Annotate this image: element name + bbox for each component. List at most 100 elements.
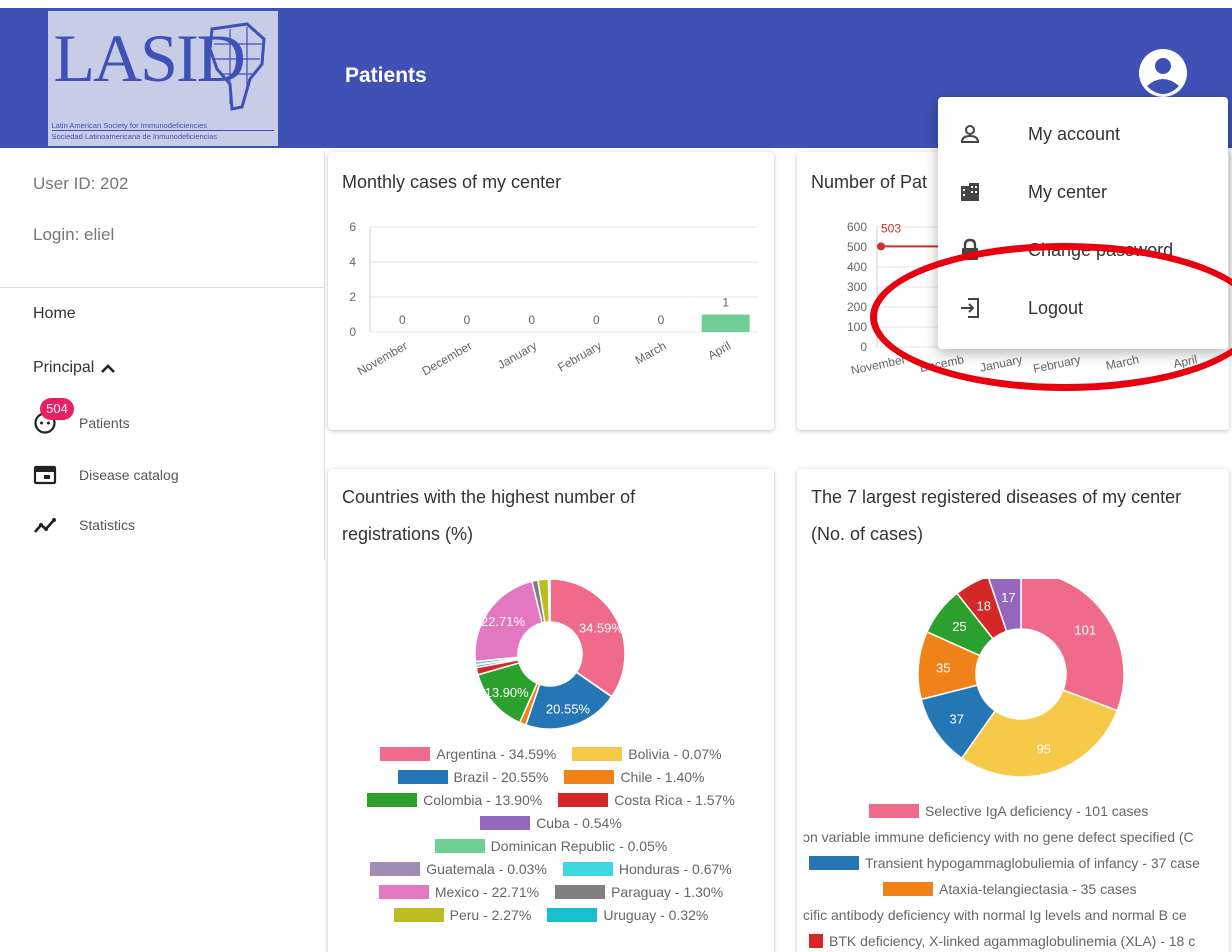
legend-swatch	[809, 934, 823, 948]
account-circle-icon[interactable]	[1138, 48, 1188, 98]
bar-data-label: 0	[528, 313, 535, 327]
page-title: Patients	[345, 64, 427, 87]
legend-row: Brazil - 20.55% Chile - 1.40%	[328, 769, 774, 785]
bar-data-label: 0	[593, 313, 600, 327]
menu-item-label: Change password	[1028, 239, 1174, 260]
user-id: User ID: 202	[33, 174, 129, 193]
x-tick-label: November	[850, 352, 907, 377]
legend-item[interactable]: Brazil - 20.55%	[397, 769, 548, 785]
legend-label: Selective IgA deficiency - 101 cases	[925, 803, 1149, 819]
logo-area: LASID Latin American Society for Immunod…	[0, 8, 325, 148]
legend-item[interactable]: Uruguay - 0.32%	[547, 907, 708, 923]
legend-row[interactable]: cific antibody deficiency with normal Ig…	[803, 907, 1187, 923]
legend-label: Dominican Republic - 0.05%	[490, 838, 668, 854]
legend-item[interactable]: Dominican Republic - 0.05%	[434, 838, 668, 854]
legend-item[interactable]: Mexico - 22.71%	[378, 884, 540, 900]
monthly-cases-chart: 02460November0December0January0February0…	[349, 220, 758, 378]
legend-label: Guatemala - 0.03%	[426, 861, 547, 877]
sidebar-item-home[interactable]: Home	[33, 305, 76, 323]
sidebar-item-label: Disease catalog	[79, 467, 179, 483]
card-title-line1: The 7 largest registered diseases of my …	[811, 487, 1182, 507]
doughnut-slice	[1020, 579, 1125, 712]
legend-row: Argentina - 34.59% Bolivia - 0.07%	[328, 746, 774, 762]
sidebar-item-disease-catalog[interactable]: Disease catalog	[33, 463, 179, 487]
legend-label: cific antibody deficiency with normal Ig…	[803, 907, 1187, 923]
menu-item-my-account[interactable]: My account	[938, 105, 1228, 163]
legend-row[interactable]: BTK deficiency, X-linked agammaglobuline…	[809, 933, 1195, 949]
lock-icon	[962, 238, 978, 260]
y-tick-label: 500	[847, 240, 867, 254]
catalog-icon	[33, 463, 57, 487]
y-tick-label: 0	[860, 340, 867, 354]
legend-row[interactable]: Transient hypogammaglobuliemia of infanc…	[809, 855, 1200, 871]
person-icon	[960, 125, 980, 143]
x-tick-label: January	[495, 338, 539, 371]
menu-item-change-password[interactable]: Change password	[938, 221, 1228, 279]
legend-swatch	[397, 770, 448, 784]
legend-item[interactable]: Chile - 1.40%	[564, 769, 704, 785]
legend-item[interactable]: Paraguay - 1.30%	[555, 884, 723, 900]
legend-item[interactable]: Guatemala - 0.03%	[370, 861, 547, 877]
y-tick-label: 100	[847, 320, 867, 334]
logout-icon	[961, 298, 979, 318]
legend-swatch	[367, 793, 418, 807]
legend-label: Costa Rica - 1.57%	[614, 792, 735, 808]
card-title-line2: (No. of cases)	[811, 524, 924, 544]
lasid-logo[interactable]: LASID Latin American Society for Immunod…	[47, 10, 278, 146]
card-title-line1: Countries with the highest number of	[342, 487, 636, 507]
doughnut-slice	[549, 579, 626, 698]
y-tick-label: 200	[847, 300, 867, 314]
legend-item[interactable]: Costa Rica - 1.57%	[558, 792, 735, 808]
sidebar-item-label: Patients	[79, 415, 130, 431]
bar-data-label: 0	[658, 313, 665, 327]
legend-swatch	[883, 882, 933, 896]
legend-row: Guatemala - 0.03% Honduras - 0.67%	[328, 861, 774, 877]
x-tick-label: April	[1172, 352, 1198, 371]
x-tick-label: April	[705, 338, 733, 362]
diseases-doughnut-chart: 101 95 37 35 25 18 17	[917, 579, 1125, 778]
sidebar-section-principal[interactable]: Principal	[33, 359, 116, 377]
legend-label: Mexico - 22.71%	[434, 884, 540, 900]
y-tick-label: 6	[349, 220, 356, 234]
legend-row: Dominican Republic - 0.05%	[328, 838, 774, 854]
legend-label: Colombia - 13.90%	[423, 792, 543, 808]
slice-data-label: 101	[1074, 623, 1096, 638]
legend-label: Ataxia-telangiectasia - 35 cases	[939, 881, 1137, 897]
bar-data-label: 0	[464, 313, 471, 327]
legend-swatch	[809, 856, 859, 870]
legend-item[interactable]: Argentina - 34.59%	[380, 746, 556, 762]
card-title: Monthly cases of my center	[342, 172, 562, 192]
legend-label: Uruguay - 0.32%	[603, 907, 709, 923]
legend-label: ɔn variable immune deficiency with no ge…	[803, 829, 1194, 845]
legend-item[interactable]: Colombia - 13.90%	[367, 792, 542, 808]
x-tick-label: Decemb	[919, 352, 966, 375]
menu-item-label: Logout	[1028, 297, 1084, 318]
legend-item[interactable]: Peru - 2.27%	[393, 907, 531, 923]
menu-item-my-center[interactable]: My center	[938, 163, 1228, 221]
bar-data-label: 1	[722, 296, 729, 310]
legend-item[interactable]: Cuba - 0.54%	[480, 815, 622, 831]
legend-label: Bolivia - 0.07%	[628, 746, 722, 762]
chevron-up-icon	[101, 364, 116, 373]
legend-row[interactable]: Selective IgA deficiency - 101 cases	[869, 803, 1148, 819]
building-icon	[961, 183, 979, 201]
sidebar-item-statistics[interactable]: Statistics	[33, 513, 135, 537]
y-tick-label: 4	[349, 255, 356, 269]
legend-label: Chile - 1.40%	[620, 769, 705, 785]
menu-item-logout[interactable]: Logout	[938, 279, 1228, 337]
slice-data-label: 95	[1037, 742, 1051, 757]
slice-data-label: 37	[950, 711, 964, 726]
slice-data-label: 22.71%	[481, 614, 526, 629]
legend-swatch	[562, 862, 613, 876]
legend-item[interactable]: Bolivia - 0.07%	[572, 746, 722, 762]
card-title-line2: registrations (%)	[342, 524, 474, 544]
legend-row[interactable]: ɔn variable immune deficiency with no ge…	[803, 829, 1194, 845]
legend-item[interactable]: Honduras - 0.67%	[562, 861, 732, 877]
legend-row[interactable]: Ataxia-telangiectasia - 35 cases	[883, 881, 1137, 897]
legend-row: Mexico - 22.71% Paraguay - 1.30%	[328, 884, 774, 900]
globe-map-icon	[207, 21, 266, 111]
account-dropdown-menu: My account My center Change password Log…	[938, 97, 1228, 349]
slice-data-label: 25	[952, 619, 966, 634]
legend-row: Colombia - 13.90% Costa Rica - 1.57%	[328, 792, 774, 808]
legend-label: Transient hypogammaglobuliemia of infanc…	[865, 855, 1200, 871]
